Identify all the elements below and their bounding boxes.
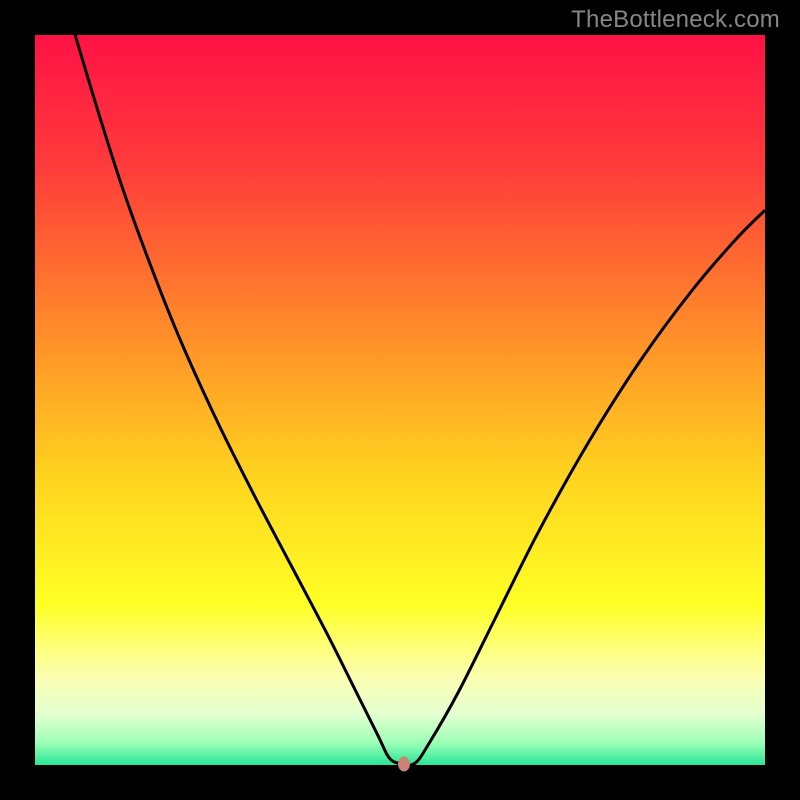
chart-frame: TheBottleneck.com (0, 0, 800, 800)
bottleneck-curve (75, 35, 765, 765)
plot-area (35, 35, 765, 765)
optimal-point-marker (398, 756, 410, 771)
curve-layer (35, 35, 765, 765)
watermark-text: TheBottleneck.com (571, 6, 780, 34)
